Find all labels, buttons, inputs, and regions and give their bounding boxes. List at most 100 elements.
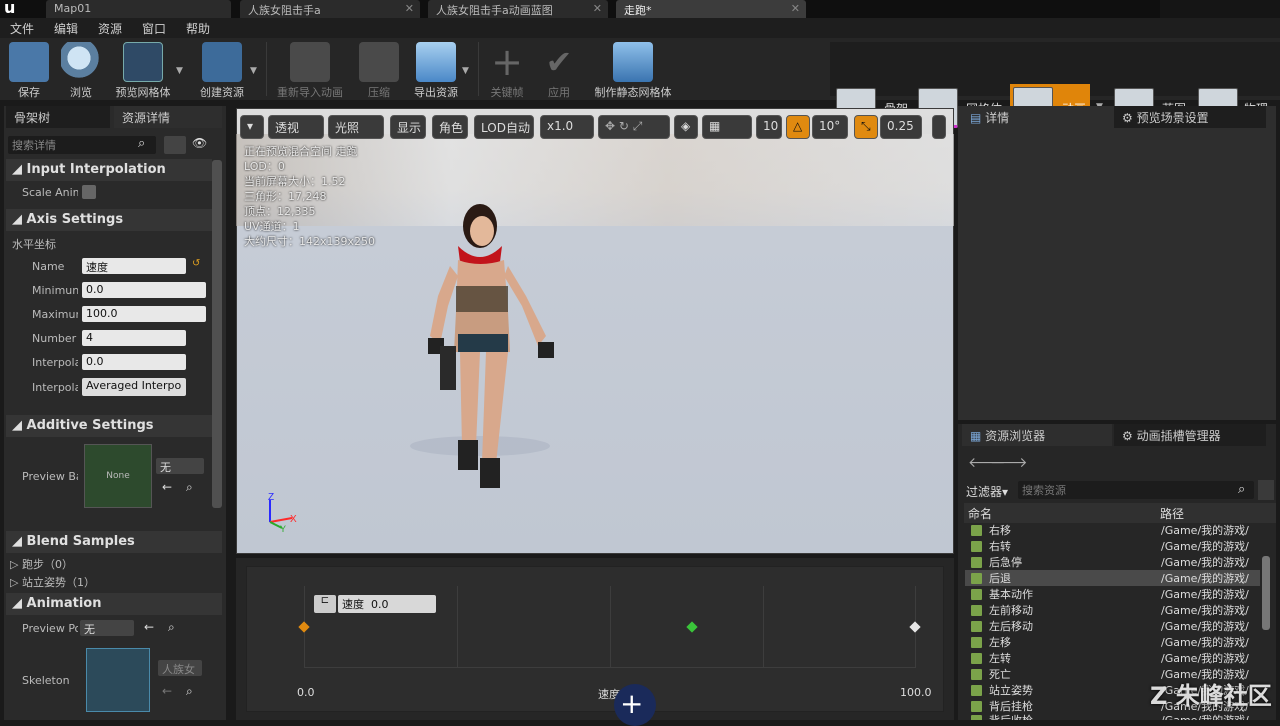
tab-preview-scene-settings[interactable]: ⚙ 预览场景设置 <box>1114 106 1266 128</box>
menu-edit[interactable]: 编辑 <box>54 20 78 37</box>
arrow-left-icon[interactable]: ← <box>162 684 172 698</box>
tab-skeleton-tree[interactable]: 骨架树 <box>6 106 110 128</box>
browse-button[interactable]: 浏览 <box>56 38 106 100</box>
preview-base-thumbnail[interactable]: None <box>84 444 152 508</box>
section-axis-settings[interactable]: ◢ Axis Settings <box>6 209 212 231</box>
interpolation-time-spinner[interactable]: 0.0 <box>82 354 186 370</box>
chevron-down-icon[interactable]: ▼ <box>176 66 183 76</box>
eye-icon[interactable]: 👁 <box>192 136 207 150</box>
filter-button[interactable]: 过滤器▾ <box>966 483 1008 500</box>
grid-divisions-spinner[interactable]: 4 <box>82 330 186 346</box>
doc-tab-skeleton[interactable]: 人族女阻击手a ✕ <box>240 0 420 18</box>
preview-base-select[interactable]: 无 <box>156 458 204 474</box>
column-path[interactable]: 路径 <box>1160 505 1184 522</box>
doc-tab-map[interactable]: Map01 <box>46 0 231 18</box>
list-item[interactable]: 基本动作/Game/我的游戏/ <box>965 586 1260 602</box>
close-icon[interactable]: ✕ <box>593 2 602 15</box>
skeleton-select[interactable]: 人族女 <box>158 660 202 676</box>
section-input-interpolation[interactable]: ◢ Input Interpolation <box>6 159 212 181</box>
reset-icon[interactable]: ↺ <box>192 258 200 269</box>
list-item[interactable]: 左移/Game/我的游戏/ <box>965 634 1260 650</box>
list-item[interactable]: 左前移动/Game/我的游戏/ <box>965 602 1260 618</box>
section-additive-settings[interactable]: ◢ Additive Settings <box>6 415 212 437</box>
reimport-button[interactable]: 重新导入动画 <box>272 38 348 100</box>
make-static-mesh-button[interactable]: 制作静态网格体 <box>588 38 678 100</box>
svg-text:Y: Y <box>280 524 286 532</box>
menu-window[interactable]: 窗口 <box>142 20 166 37</box>
close-icon[interactable]: ✕ <box>405 2 414 15</box>
rotation-snap-value[interactable]: 10° <box>812 115 848 139</box>
scale-snap-value[interactable]: 0.25 <box>880 115 922 139</box>
world-local-icon[interactable]: ◈ <box>674 115 698 139</box>
list-item[interactable]: 左转/Game/我的游戏/ <box>965 650 1260 666</box>
sample-item[interactable]: ▷ 站立姿势（1） <box>10 574 95 590</box>
search-icon[interactable]: ⌕ <box>168 620 175 635</box>
list-item[interactable]: 后退/Game/我的游戏/ <box>965 570 1260 586</box>
save-button[interactable]: 保存 <box>4 38 54 100</box>
close-icon[interactable]: ✕ <box>791 2 800 15</box>
view-options-icon[interactable] <box>1258 480 1274 500</box>
grid-snap-toggle[interactable]: ▦ <box>702 115 752 139</box>
grid-size-button[interactable]: 10 <box>756 115 782 139</box>
list-item[interactable]: 背后收枪/Game/我的游戏/ <box>965 712 1260 720</box>
window-controls[interactable] <box>1160 0 1280 18</box>
list-item[interactable]: 右转/Game/我的游戏/ <box>965 538 1260 554</box>
arrow-right-icon[interactable]: 🡒 <box>990 454 1028 471</box>
doc-tab-blendspace[interactable]: 走跑* ✕ <box>616 0 806 18</box>
preview-pose-select[interactable]: 无 <box>80 620 134 636</box>
scale-anim-checkbox[interactable] <box>82 185 96 199</box>
search-icon[interactable]: ⌕ <box>186 480 193 495</box>
menu-help[interactable]: 帮助 <box>186 20 210 37</box>
tab-asset-details[interactable]: 资源详情 <box>114 106 222 128</box>
arrow-left-icon[interactable]: ← <box>162 480 172 494</box>
viewport-options-button[interactable]: ▾ <box>240 115 264 139</box>
column-name[interactable]: 命名 <box>968 505 992 522</box>
scrollbar[interactable] <box>212 160 222 508</box>
lighting-button[interactable]: 光照 <box>328 115 384 139</box>
apply-button[interactable]: ✔ 应用 <box>536 38 582 100</box>
axis-min-field[interactable]: 0.0 <box>82 282 206 298</box>
viewport-maximize[interactable] <box>932 115 946 139</box>
interpolation-type-select[interactable]: Averaged Interpo <box>82 378 186 396</box>
arrow-left-icon[interactable]: ← <box>144 620 154 634</box>
tab-anim-slot-manager[interactable]: ⚙ 动画插槽管理器 <box>1114 424 1266 446</box>
doc-tab-anim-bp[interactable]: 人族女阻击手a动画蓝图 ✕ <box>428 0 608 18</box>
section-blend-samples[interactable]: ◢ Blend Samples <box>6 531 222 553</box>
axis-max-field[interactable]: 100.0 <box>82 306 206 322</box>
preview-mesh-button[interactable]: 预览网格体 <box>110 38 176 100</box>
perspective-button[interactable]: 透视 <box>268 115 324 139</box>
compress-button[interactable]: 压缩 <box>354 38 404 100</box>
asset-search-input[interactable]: 搜索资源 <box>1018 481 1254 499</box>
back-icon[interactable]: ⊏ <box>314 595 336 613</box>
playback-speed-button[interactable]: x1.0 <box>540 115 594 139</box>
tab-details[interactable]: ▤ 详情 <box>962 106 1112 128</box>
menu-asset[interactable]: 资源 <box>98 20 122 37</box>
list-item[interactable]: 后急停/Game/我的游戏/ <box>965 554 1260 570</box>
tab-content-browser[interactable]: ▦ 资源浏览器 <box>962 424 1112 446</box>
sample-item[interactable]: ▷ 跑步（0） <box>10 556 73 572</box>
rotation-snap-icon[interactable]: △ <box>786 115 810 139</box>
scale-snap-icon[interactable]: ⤡ <box>854 115 878 139</box>
keyframe-button[interactable]: + 关键帧 <box>484 38 530 100</box>
list-item[interactable]: 右移/Game/我的游戏/ <box>965 522 1260 538</box>
character-button[interactable]: 角色 <box>432 115 468 139</box>
blend-param-field[interactable]: 速度 0.0 <box>338 595 436 613</box>
view-options-icon[interactable] <box>164 136 186 154</box>
lod-button[interactable]: LOD自动 <box>474 115 534 139</box>
chevron-down-icon[interactable]: ▼ <box>462 66 469 76</box>
skeleton-thumbnail[interactable] <box>86 648 150 712</box>
show-button[interactable]: 显示 <box>390 115 426 139</box>
chevron-down-icon[interactable]: ▼ <box>250 66 257 76</box>
section-animation[interactable]: ◢ Animation <box>6 593 222 615</box>
axis-name-field[interactable]: 速度 <box>82 258 186 274</box>
details-search-input[interactable]: 搜索详情 <box>8 136 156 154</box>
anim-sequence-icon <box>971 685 982 696</box>
transform-tools[interactable]: ✥ ↻ ⤢ <box>598 115 670 139</box>
create-asset-button[interactable]: 创建资源 <box>194 38 250 100</box>
export-button[interactable]: 导出资源 <box>408 38 464 100</box>
character-model[interactable] <box>410 196 580 506</box>
search-icon[interactable]: ⌕ <box>186 684 193 699</box>
list-item[interactable]: 左后移动/Game/我的游戏/ <box>965 618 1260 634</box>
scrollbar[interactable] <box>1262 556 1270 630</box>
menu-file[interactable]: 文件 <box>10 20 34 37</box>
